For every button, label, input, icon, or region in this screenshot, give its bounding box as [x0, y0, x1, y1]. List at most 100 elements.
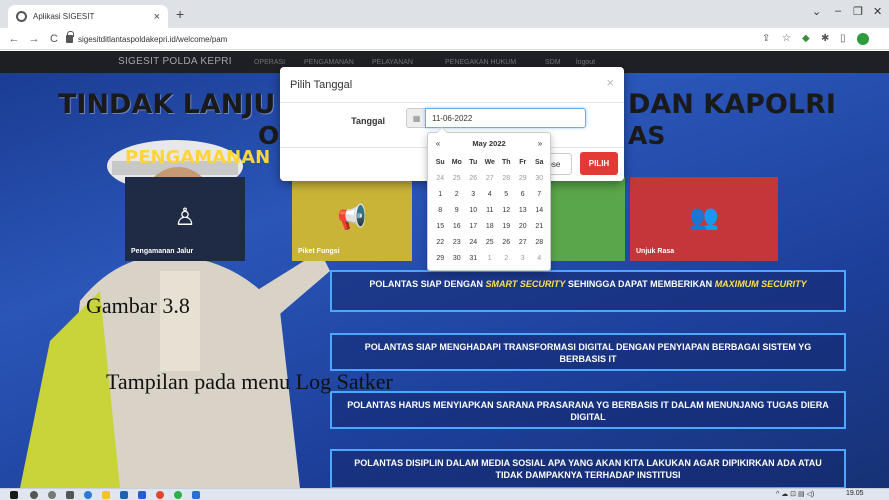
bookmark-star-icon[interactable]: ☆ [782, 33, 791, 44]
task-view-icon[interactable] [66, 491, 74, 499]
maximize-icon[interactable]: ❐ [853, 5, 863, 18]
day-cell[interactable]: 20 [515, 223, 532, 230]
day-cell[interactable]: 15 [432, 223, 449, 230]
weekday-label: Su [435, 158, 445, 166]
figure-caption-number: Gambar 3.8 [86, 293, 190, 318]
day-cell[interactable]: 25 [482, 239, 499, 246]
tile-label: Piket Fungsi [298, 248, 340, 255]
weekday-label: Mo [451, 158, 462, 166]
minimize-icon[interactable]: – [835, 5, 841, 17]
slogan-box-4: POLANTAS DISIPLIN DALAM MEDIA SOSIAL APA… [330, 449, 846, 488]
day-cell[interactable]: 30 [449, 255, 466, 262]
word-icon[interactable] [138, 491, 146, 499]
slogan-text: SEHINGGA DAPAT MEMBERIKAN [565, 279, 715, 289]
day-cell[interactable]: 27 [482, 175, 499, 182]
day-cell[interactable]: 2 [449, 191, 466, 198]
browser-tab[interactable]: Aplikasi SIGESIT × [8, 5, 168, 28]
nav-item-sdm[interactable]: SDM [545, 59, 561, 66]
nav-item-operasi[interactable]: OPERASI [254, 59, 285, 66]
day-cell[interactable]: 11 [482, 207, 499, 214]
day-cell[interactable]: 10 [465, 207, 482, 214]
day-cell[interactable]: 26 [465, 175, 482, 182]
day-cell[interactable]: 26 [498, 239, 515, 246]
reload-button[interactable]: C [48, 33, 60, 45]
day-cell[interactable]: 1 [482, 255, 499, 262]
search-icon[interactable] [30, 491, 38, 499]
day-cell[interactable]: 1 [432, 191, 449, 198]
extensions-puzzle-icon[interactable]: ✱ [821, 33, 829, 44]
whatsapp-icon[interactable] [174, 491, 182, 499]
day-cell[interactable]: 9 [449, 207, 466, 214]
sidebar-icon[interactable]: ▯ [840, 33, 846, 44]
week-row: 24 25 26 27 28 29 30 [432, 170, 548, 186]
weekday-row: Su Mo Tu We Th Fr Sa [432, 154, 548, 170]
cortana-icon[interactable] [48, 491, 56, 499]
day-cell[interactable]: 8 [432, 207, 449, 214]
day-cell[interactable]: 4 [531, 255, 548, 262]
day-cell[interactable]: 17 [465, 223, 482, 230]
window-close-icon[interactable]: ✕ [873, 5, 882, 18]
next-month-button[interactable]: » [533, 139, 547, 148]
day-cell[interactable]: 4 [482, 191, 499, 198]
day-cell[interactable]: 19 [498, 223, 515, 230]
profile-avatar[interactable] [857, 33, 869, 45]
tile-pengamanan-jalur[interactable]: ♙ Pengamanan Jalur [125, 177, 245, 261]
tab-search-icon[interactable]: ⌄ [812, 5, 821, 18]
day-cell[interactable]: 12 [498, 207, 515, 214]
day-cell[interactable]: 24 [432, 175, 449, 182]
pilih-button[interactable]: PILIH [580, 152, 618, 175]
tile-unjuk-rasa[interactable]: 👥 Unjuk Rasa [630, 177, 778, 261]
day-cell[interactable]: 6 [515, 191, 532, 198]
tile-piket-fungsi[interactable]: 📢 Piket Fungsi [292, 177, 412, 261]
site-brand[interactable]: SIGESIT POLDA KEPRI [118, 56, 232, 67]
nav-item-penegakan-hukum[interactable]: PENEGAKAN HUKUM [445, 59, 516, 66]
nav-item-pengamanan[interactable]: PENGAMANAN [304, 59, 354, 66]
calendar-icon[interactable]: ▦ [406, 108, 426, 128]
share-icon[interactable]: ⇪ [762, 33, 770, 44]
extension-leaf-icon[interactable]: ◆ [802, 33, 810, 44]
file-explorer-icon[interactable] [102, 491, 110, 499]
forward-button[interactable]: → [28, 33, 40, 45]
tanggal-label: Tanggal [351, 116, 385, 126]
chrome-icon[interactable] [156, 491, 164, 499]
day-cell[interactable]: 25 [449, 175, 466, 182]
nav-item-pelayanan[interactable]: PELAYANAN [372, 59, 413, 66]
day-cell[interactable]: 22 [432, 239, 449, 246]
day-cell[interactable]: 31 [465, 255, 482, 262]
month-title[interactable]: May 2022 [428, 139, 550, 148]
modal-title: Pilih Tanggal [290, 79, 353, 91]
back-button[interactable]: ← [8, 33, 20, 45]
day-cell[interactable]: 3 [465, 191, 482, 198]
slogan-box-1: POLANTAS SIAP DENGAN SMART SECURITY SEHI… [330, 270, 846, 312]
day-cell[interactable]: 23 [449, 239, 466, 246]
day-cell[interactable]: 24 [465, 239, 482, 246]
day-cell[interactable]: 5 [498, 191, 515, 198]
day-cell[interactable]: 3 [515, 255, 532, 262]
day-cell[interactable]: 7 [531, 191, 548, 198]
store-icon[interactable] [120, 491, 128, 499]
day-cell[interactable]: 16 [449, 223, 466, 230]
day-cell[interactable]: 2 [498, 255, 515, 262]
day-cell[interactable]: 30 [531, 175, 548, 182]
start-icon[interactable] [10, 491, 18, 499]
day-cell[interactable]: 18 [482, 223, 499, 230]
modal-close-icon[interactable]: × [606, 75, 614, 90]
day-cell[interactable]: 21 [531, 223, 548, 230]
app-icon[interactable] [192, 491, 200, 499]
edge-icon[interactable] [84, 491, 92, 499]
day-cell[interactable]: 27 [515, 239, 532, 246]
nav-item-logout[interactable]: logout [576, 59, 595, 66]
day-cell[interactable]: 14 [531, 207, 548, 214]
tanggal-date-input[interactable] [425, 108, 586, 128]
new-tab-button[interactable]: + [176, 6, 184, 22]
url-field[interactable]: sigesitditlantaspoldakepri.id/welcome/pa… [66, 31, 666, 47]
day-cell[interactable]: 28 [498, 175, 515, 182]
day-cell[interactable]: 29 [432, 255, 449, 262]
banner-headline-right: DAN KAPOLRI [628, 89, 836, 120]
day-cell[interactable]: 29 [515, 175, 532, 182]
banner-line2-left: O [258, 121, 280, 150]
tab-close-icon[interactable]: × [154, 11, 160, 23]
day-cell[interactable]: 28 [531, 239, 548, 246]
day-cell[interactable]: 13 [515, 207, 532, 214]
system-tray[interactable]: ^ ☁ ⊡ ▤ ◁) [776, 490, 814, 498]
